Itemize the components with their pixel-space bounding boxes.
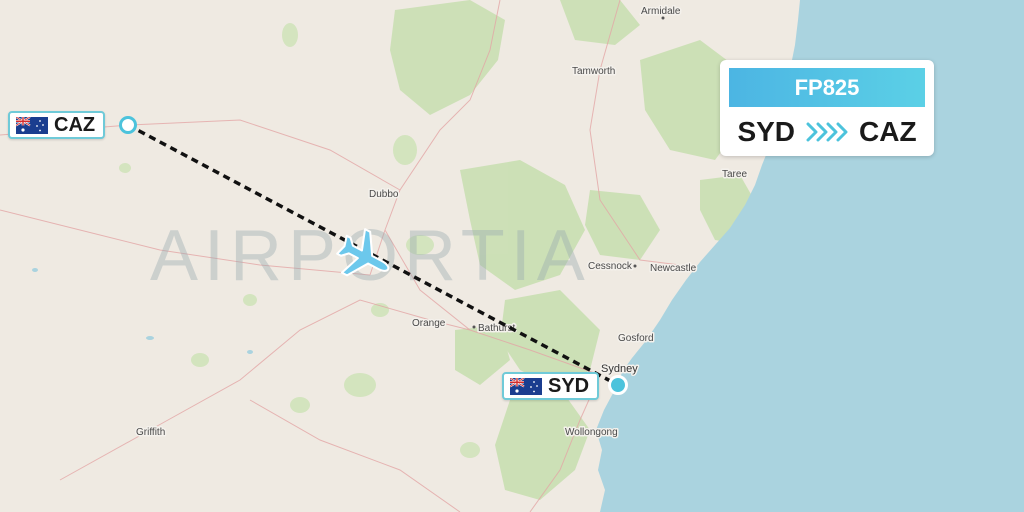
route-destination-code: CAZ bbox=[859, 116, 917, 147]
label-newcastle: Newcastle bbox=[650, 263, 697, 274]
label-griffith: Griffith bbox=[136, 427, 165, 438]
label-gosford: Gosford bbox=[618, 333, 654, 344]
flight-number: FP825 bbox=[794, 74, 860, 100]
label-orange: Orange bbox=[412, 318, 446, 329]
label-cessnock: Cessnock bbox=[588, 261, 633, 272]
origin-airport-code: SYD bbox=[548, 374, 590, 397]
label-dubbo: Dubbo bbox=[369, 189, 399, 200]
destination-airport-code: CAZ bbox=[54, 113, 96, 136]
destination-airport-label[interactable]: CAZ bbox=[8, 111, 106, 139]
australia-flag-icon bbox=[16, 116, 48, 134]
label-wollongong: Wollongong bbox=[565, 427, 618, 438]
origin-marker[interactable] bbox=[608, 375, 628, 395]
flight-number-banner[interactable]: FP825 bbox=[729, 68, 925, 107]
bathurst-dot bbox=[472, 325, 476, 329]
origin-airport-label[interactable]: SYD bbox=[502, 372, 600, 400]
label-sydney: Sydney bbox=[601, 363, 638, 375]
label-taree: Taree bbox=[722, 169, 747, 180]
chevrons-right-icon bbox=[806, 122, 848, 142]
label-tamworth: Tamworth bbox=[572, 66, 615, 77]
route-origin-code: SYD bbox=[737, 116, 796, 147]
route-summary: SYD CAZ bbox=[720, 112, 934, 152]
cessnock-dot bbox=[633, 264, 637, 268]
flight-info-card: FP825 SYD CAZ bbox=[720, 60, 934, 156]
australia-flag-icon bbox=[510, 377, 542, 395]
label-armidale: Armidale bbox=[641, 6, 681, 17]
destination-marker[interactable] bbox=[119, 116, 137, 134]
